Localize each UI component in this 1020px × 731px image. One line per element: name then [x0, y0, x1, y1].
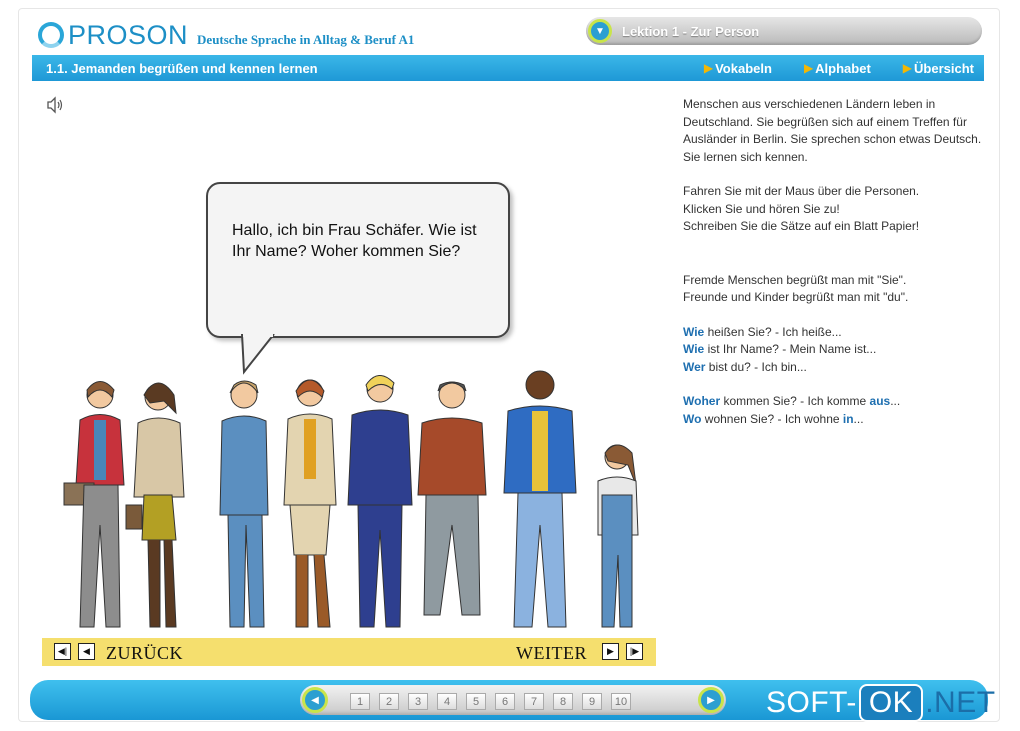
- phrase-keyword: Wer: [683, 359, 706, 374]
- phrase-line: Wie heißen Sie? - Ich heiße...: [683, 324, 983, 342]
- phrase-rest: ...: [853, 411, 864, 426]
- note-line: Fremde Menschen begrüßt man mit "Sie".: [683, 272, 907, 287]
- top-nav: ▶ Vokabeln ▶ Alphabet ▶ Übersicht: [704, 55, 974, 81]
- nav-alphabet[interactable]: ▶ Alphabet: [804, 61, 871, 76]
- first-page-button[interactable]: ◀|: [54, 643, 71, 660]
- pager-prev-button[interactable]: ◀: [302, 687, 328, 713]
- person-1[interactable]: [63, 381, 125, 628]
- phrase-keyword: Wie: [683, 342, 705, 356]
- watermark-left: SOFT-: [766, 686, 857, 719]
- phrases-group-1: Wie heißen Sie? - Ich heiße... Wie ist I…: [683, 324, 983, 377]
- speaker-icon[interactable]: [46, 96, 66, 114]
- person-2[interactable]: [125, 382, 185, 628]
- page-button[interactable]: 1: [350, 693, 370, 710]
- person-7[interactable]: [503, 370, 577, 628]
- person-3[interactable]: [219, 380, 269, 628]
- logo-ring-icon: [38, 22, 64, 48]
- info-panel: Menschen aus verschiedenen Ländern leben…: [683, 96, 983, 428]
- triangle-right-icon: ▶: [607, 646, 614, 656]
- logo: PROSON Deutsche Sprache in Alltag & Beru…: [38, 20, 414, 50]
- phrase-line: Wo wohnen Sie? - Ich wohne in...: [683, 411, 983, 429]
- phrase-rest: bist du? - Ich bin...: [705, 359, 807, 374]
- person-5[interactable]: [347, 375, 413, 628]
- course-title: Deutsche Sprache in Alltag & Beruf A1: [197, 32, 415, 47]
- phrase-line: Wer bist du? - Ich bin...: [683, 359, 983, 377]
- page-button[interactable]: 4: [437, 693, 457, 710]
- nav-alphabet-label: Alphabet: [815, 60, 871, 76]
- triangle-right-icon: ▶: [707, 694, 715, 706]
- speech-bubble: Hallo, ich bin Frau Schäfer. Wie ist Ihr…: [206, 182, 510, 338]
- phrase-keyword: Wo: [683, 411, 702, 426]
- person-6[interactable]: [417, 381, 487, 616]
- phrase-keyword: Wie: [683, 324, 705, 339]
- prev-button[interactable]: ◀: [78, 643, 95, 660]
- speech-text: Hallo, ich bin Frau Schäfer. Wie ist Ihr…: [232, 222, 477, 260]
- arrow-right-icon: ▶: [803, 61, 814, 75]
- skip-forward-icon: |▶: [629, 646, 640, 656]
- phrase-line: Woher kommen Sie? - Ich komme aus...: [683, 393, 983, 411]
- instruction-line: Fahren Sie mit der Maus über die Persone…: [683, 184, 920, 198]
- arrow-right-icon: ▶: [902, 61, 913, 75]
- pager-next-button[interactable]: ▶: [698, 687, 724, 713]
- phrase-rest: ...: [890, 394, 901, 408]
- chevron-down-icon[interactable]: ▼: [588, 19, 612, 43]
- watermark-net: .NET: [925, 686, 996, 719]
- person-8[interactable]: [597, 444, 639, 628]
- phrase-keyword: Woher: [683, 394, 721, 408]
- last-page-button[interactable]: |▶: [626, 643, 643, 660]
- phrase-keyword: aus: [869, 394, 891, 408]
- page-list: 1 2 3 4 5 6 7 8 9 10: [350, 693, 631, 710]
- triangle-left-icon: ◀: [311, 694, 319, 706]
- next-label[interactable]: WEITER: [516, 643, 587, 664]
- page-navigator: ◀ 1 2 3 4 5 6 7 8 9 10 ▶: [300, 685, 726, 715]
- page-button[interactable]: 6: [495, 693, 515, 710]
- page-button[interactable]: 5: [466, 693, 486, 710]
- page-button[interactable]: 2: [379, 693, 399, 710]
- section-titlebar: 1.1. Jemanden begrüßen und kennen lernen…: [32, 55, 984, 81]
- triangle-left-icon: ◀: [83, 646, 90, 656]
- instruction-line: Klicken Sie und hören Sie zu!: [683, 201, 840, 216]
- intro-text: Menschen aus verschiedenen Ländern leben…: [683, 97, 982, 164]
- brand-name: PROSON: [68, 19, 189, 50]
- arrow-right-icon: ▶: [703, 61, 714, 75]
- page-button[interactable]: 3: [408, 693, 428, 710]
- page-button[interactable]: 8: [553, 693, 573, 710]
- section-title: 1.1. Jemanden begrüßen und kennen lernen: [46, 60, 318, 76]
- phrase-line: Wie ist Ihr Name? - Mein Name ist...: [683, 341, 983, 359]
- instructions: Fahren Sie mit der Maus über die Persone…: [683, 183, 983, 236]
- page-button[interactable]: 7: [524, 693, 544, 710]
- phrase-rest: wohnen Sie? - Ich wohne: [701, 411, 843, 426]
- nav-uebersicht[interactable]: ▶ Übersicht: [903, 61, 974, 76]
- page-button[interactable]: 9: [582, 693, 602, 710]
- watermark: SOFT- OK .NET: [766, 684, 996, 722]
- instruction-line: Schreiben Sie die Sätze auf ein Blatt Pa…: [683, 219, 920, 233]
- person-4[interactable]: [283, 379, 337, 628]
- watermark-ok: OK: [858, 684, 924, 722]
- note-line: Freunde und Kinder begrüßt man mit "du".: [683, 290, 909, 304]
- note: Fremde Menschen begrüßt man mit "Sie". F…: [683, 272, 983, 307]
- skip-back-icon: ◀|: [57, 646, 68, 656]
- phrases-group-2: Woher kommen Sie? - Ich komme aus... Wo …: [683, 393, 983, 428]
- phrase-keyword: in: [842, 411, 854, 426]
- lesson-nav-bar: ◀| ◀ ZURÜCK WEITER ▶ |▶: [42, 638, 656, 666]
- phrase-rest: ist Ihr Name? - Mein Name ist...: [704, 342, 877, 356]
- next-button[interactable]: ▶: [602, 643, 619, 660]
- phrase-rest: heißen Sie? - Ich heiße...: [704, 324, 842, 339]
- phrase-rest: kommen Sie? - Ich komme: [720, 394, 870, 408]
- people-illustration: [63, 370, 639, 628]
- nav-vokabeln-label: Vokabeln: [715, 60, 772, 76]
- lesson-selector[interactable]: ▼ Lektion 1 - Zur Person: [586, 17, 982, 45]
- nav-uebersicht-label: Übersicht: [914, 60, 974, 76]
- back-label[interactable]: ZURÜCK: [106, 643, 183, 664]
- nav-vokabeln[interactable]: ▶ Vokabeln: [704, 61, 772, 76]
- lesson-label: Lektion 1 - Zur Person: [622, 23, 760, 39]
- page-button[interactable]: 10: [611, 693, 631, 710]
